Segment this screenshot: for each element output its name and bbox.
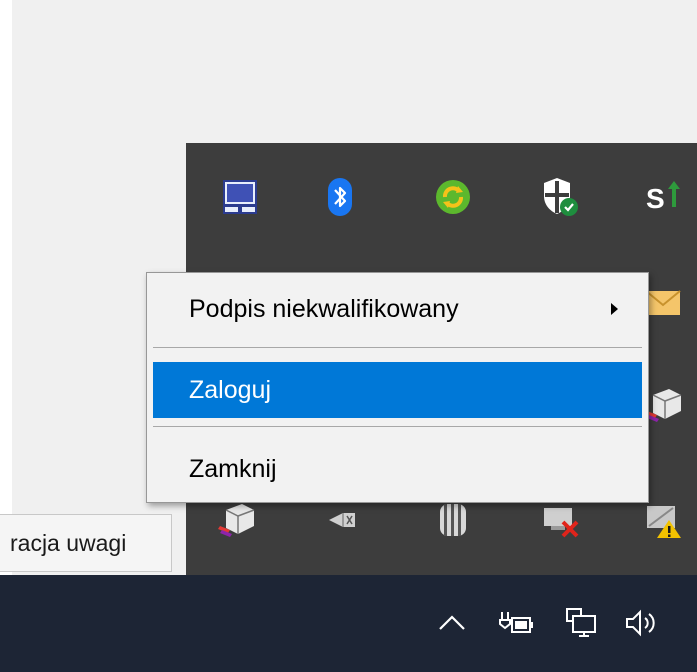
network-disconnected-icon[interactable] bbox=[539, 498, 583, 542]
sync-icon[interactable] bbox=[431, 175, 475, 219]
storage-icon[interactable] bbox=[431, 498, 475, 542]
security-shield-icon[interactable] bbox=[538, 175, 582, 219]
tooltip: racja uwagi bbox=[0, 514, 172, 572]
power-icon[interactable] bbox=[494, 601, 538, 645]
menu-item-label: Zaloguj bbox=[189, 376, 271, 404]
menu-item-zaloguj[interactable]: Zaloguj bbox=[153, 362, 642, 418]
touchpad-icon[interactable] bbox=[218, 175, 262, 219]
volume-icon[interactable] bbox=[620, 601, 664, 645]
taskbar bbox=[0, 575, 697, 672]
show-hidden-icons-chevron-icon[interactable] bbox=[430, 601, 474, 645]
desktop-window-edge bbox=[0, 0, 12, 575]
display-warning-icon[interactable] bbox=[641, 498, 685, 542]
menu-item-label: Zamknij bbox=[189, 455, 277, 483]
menu-item-zamknij[interactable]: Zamknij bbox=[153, 441, 642, 497]
submenu-arrow-icon bbox=[611, 303, 618, 315]
menu-separator bbox=[153, 347, 642, 348]
menu-item-podpis-niekwalifikowany[interactable]: Podpis niekwalifikowany bbox=[153, 281, 642, 337]
menu-item-label: Podpis niekwalifikowany bbox=[189, 295, 459, 323]
network-icon[interactable] bbox=[560, 601, 604, 645]
svg-text:S: S bbox=[646, 183, 665, 214]
tooltip-text: racja uwagi bbox=[10, 530, 127, 556]
usb-device-icon[interactable] bbox=[321, 498, 365, 542]
context-menu: Podpis niekwalifikowany Zaloguj Zamknij bbox=[146, 272, 649, 503]
printer-icon[interactable] bbox=[216, 498, 260, 542]
printer-icon[interactable] bbox=[643, 383, 687, 427]
menu-separator bbox=[153, 426, 642, 427]
signature-app-icon[interactable]: S bbox=[641, 175, 685, 219]
bluetooth-icon[interactable] bbox=[318, 175, 362, 219]
